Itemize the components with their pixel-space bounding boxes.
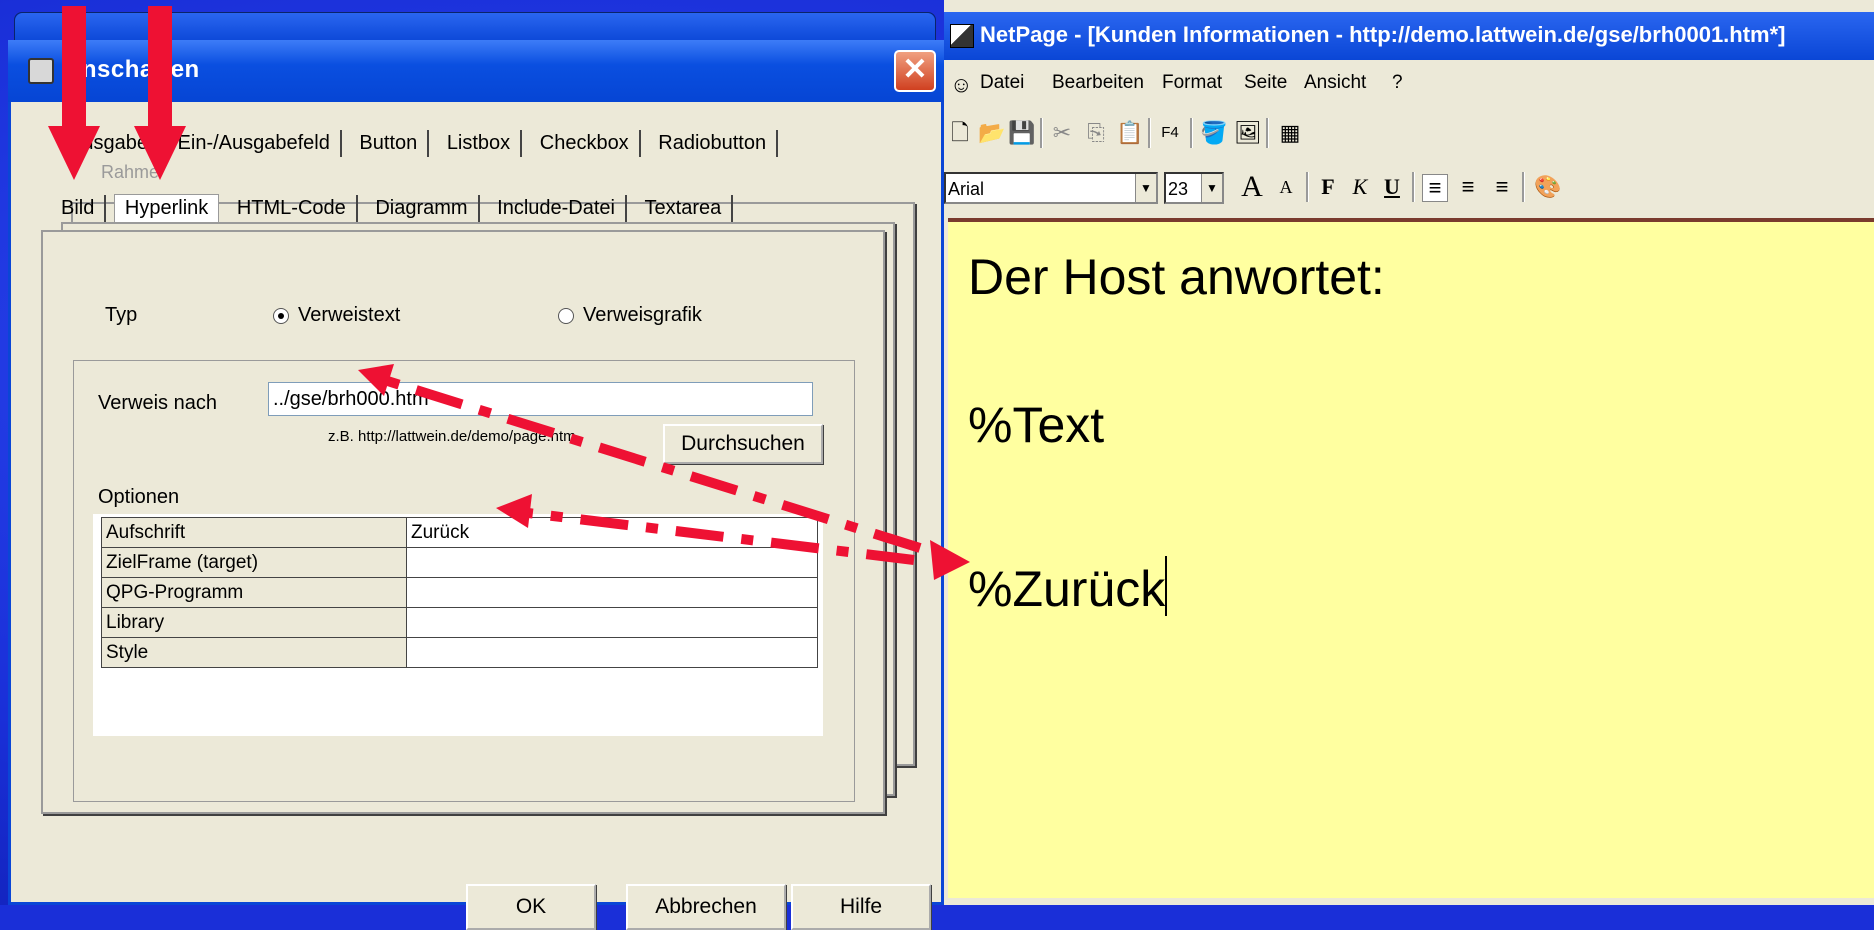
dashed-arrow-to-verweis-head [358, 364, 394, 396]
dashed-arrow-source-head [930, 540, 970, 580]
dashed-arrow-to-verweis [376, 373, 922, 553]
down-arrow-1-shaft [62, 6, 86, 126]
annotation-overlay [48, 6, 970, 580]
dashed-arrow-to-aufschrift [519, 507, 915, 565]
down-arrow-1-head [48, 126, 100, 180]
down-arrow-2-shaft [148, 6, 172, 126]
dashed-arrow-to-aufschrift-head [496, 494, 532, 528]
red-arrows [48, 6, 970, 580]
down-arrow-2-head [134, 126, 186, 180]
